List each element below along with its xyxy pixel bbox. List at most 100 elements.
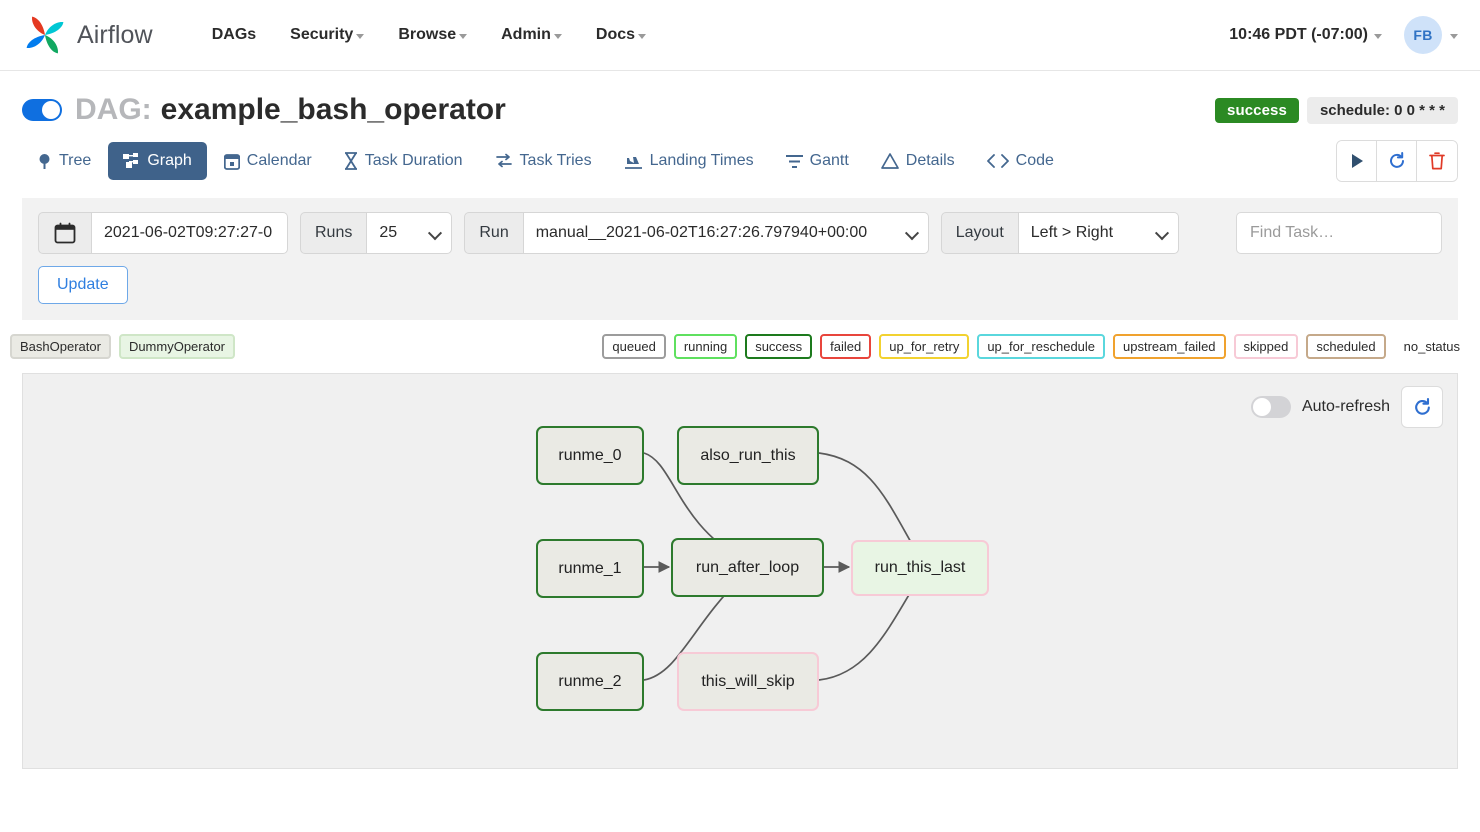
chevron-down-icon xyxy=(1374,34,1382,39)
hourglass-icon xyxy=(344,152,357,170)
nav-item-label: Docs xyxy=(595,26,636,43)
status-badge: success xyxy=(1215,98,1299,123)
tab-label: Calendar xyxy=(246,152,312,169)
legend-status-up-for-retry[interactable]: up_for_retry xyxy=(879,334,970,359)
graph-filter-bar: 2021-06-02T09:27:27-0 Runs 25 Run manual… xyxy=(22,198,1458,320)
status-legend: queued running success failed up_for_ret… xyxy=(602,334,1470,359)
graph-icon xyxy=(123,153,139,168)
graph-node-label: runme_0 xyxy=(558,446,622,464)
navbar-right: 10:46 PDT (-07:00) FB xyxy=(1229,16,1458,54)
graph-node-runme_1[interactable]: runme_1 xyxy=(536,539,644,598)
graph-node-run_after_loop[interactable]: run_after_loop xyxy=(671,538,824,597)
dag-view-tabs: Tree Graph Calendar Task Duration Task T… xyxy=(0,127,1480,182)
graph-node-also_run_this[interactable]: also_run_this xyxy=(677,426,819,485)
tab-graph[interactable]: Graph xyxy=(108,142,207,180)
tab-code[interactable]: Code xyxy=(972,142,1069,180)
graph-node-label: run_after_loop xyxy=(695,558,800,576)
chevron-down-icon xyxy=(1450,34,1458,39)
primary-nav: DAGs Security Browse Admin Docs xyxy=(195,18,663,52)
user-menu[interactable]: FB xyxy=(1404,16,1458,54)
tab-label: Task Duration xyxy=(364,152,463,169)
run-select[interactable]: manual__2021-06-02T16:27:26.797940+00:00 xyxy=(523,212,929,254)
refresh-dag-button[interactable] xyxy=(1377,141,1417,181)
nav-item-admin[interactable]: Admin xyxy=(484,18,579,52)
tab-gantt[interactable]: Gantt xyxy=(771,142,864,180)
legend-status-running[interactable]: running xyxy=(673,334,738,359)
legend-status-upstream-failed[interactable]: upstream_failed xyxy=(1113,334,1226,359)
runs-select[interactable]: 25 xyxy=(367,212,453,254)
tree-icon xyxy=(39,153,50,169)
nav-item-label: Security xyxy=(290,26,354,43)
legend-operator-dummyoperator[interactable]: DummyOperator xyxy=(118,334,236,359)
base-date-input[interactable]: 2021-06-02T09:27:27-0 xyxy=(92,212,288,254)
gantt-icon xyxy=(785,154,803,168)
airflow-pinwheel-icon xyxy=(26,16,64,54)
runs-label: Runs xyxy=(300,212,368,254)
graph-node-label: also_run_this xyxy=(700,446,796,464)
filter-controls-row: 2021-06-02T09:27:27-0 Runs 25 Run manual… xyxy=(38,212,1442,254)
nav-item-security[interactable]: Security xyxy=(273,18,381,52)
chevron-down-icon xyxy=(553,34,562,39)
legend-status-no-status[interactable]: no_status xyxy=(1394,334,1470,359)
nav-item-dags[interactable]: DAGs xyxy=(195,18,273,52)
legend-status-success[interactable]: success xyxy=(745,334,813,359)
tab-landing-times[interactable]: Landing Times xyxy=(609,142,769,180)
nav-item-label: DAGs xyxy=(211,26,257,43)
legend-status-skipped[interactable]: skipped xyxy=(1233,334,1299,359)
dag-label-prefix: DAG: xyxy=(75,93,152,126)
calendar-icon xyxy=(54,222,76,244)
tab-calendar[interactable]: Calendar xyxy=(209,142,327,180)
legend-status-failed[interactable]: failed xyxy=(820,334,872,359)
calendar-button[interactable] xyxy=(38,212,92,254)
calendar-icon xyxy=(223,153,240,170)
nav-item-label: Browse xyxy=(398,26,457,43)
layout-label: Layout xyxy=(940,212,1019,254)
graph-node-run_this_last[interactable]: run_this_last xyxy=(851,540,989,596)
dag-graph-canvas[interactable]: Auto-refresh runme_0 also_run_this runme… xyxy=(22,373,1458,769)
runs-group: Runs 25 xyxy=(300,212,453,254)
page-title: example_bash_operator xyxy=(160,93,506,126)
dag-action-buttons xyxy=(1336,140,1458,182)
legend-status-queued[interactable]: queued xyxy=(602,334,666,359)
tab-task-tries[interactable]: Task Tries xyxy=(480,142,607,180)
dag-pause-toggle[interactable] xyxy=(22,99,62,121)
graph-node-runme_0[interactable]: runme_0 xyxy=(536,426,644,485)
graph-node-label: runme_1 xyxy=(558,559,622,577)
schedule-badge[interactable]: schedule: 0 0 * * * xyxy=(1306,97,1458,124)
run-label: Run xyxy=(464,212,524,254)
tab-label: Code xyxy=(1015,152,1054,169)
tab-tree[interactable]: Tree xyxy=(22,142,106,180)
tab-label: Details xyxy=(905,152,955,169)
tab-label: Graph xyxy=(147,152,192,169)
warning-triangle-icon xyxy=(880,153,899,169)
layout-group: Layout Left > Right xyxy=(940,212,1179,254)
find-task-input[interactable]: Find Task… xyxy=(1236,212,1442,254)
operator-legend: BashOperator DummyOperator xyxy=(10,334,236,359)
layout-select[interactable]: Left > Right xyxy=(1018,212,1179,254)
chevron-down-icon xyxy=(459,34,468,39)
nav-item-docs[interactable]: Docs xyxy=(579,18,663,52)
avatar: FB xyxy=(1404,16,1442,54)
delete-dag-button[interactable] xyxy=(1417,141,1457,181)
legend-status-up-for-reschedule[interactable]: up_for_reschedule xyxy=(977,334,1106,359)
graph-node-runme_2[interactable]: runme_2 xyxy=(536,652,644,711)
graph-node-label: runme_2 xyxy=(558,672,622,690)
tab-task-duration[interactable]: Task Duration xyxy=(329,142,478,180)
tab-details[interactable]: Details xyxy=(866,142,970,180)
update-button[interactable]: Update xyxy=(38,266,128,304)
nav-item-browse[interactable]: Browse xyxy=(381,18,484,52)
legend-operator-bashoperator[interactable]: BashOperator xyxy=(10,334,111,359)
graph-node-this_will_skip[interactable]: this_will_skip xyxy=(677,652,819,711)
refresh-icon xyxy=(1389,152,1404,168)
tab-label: Task Tries xyxy=(519,152,592,169)
legend-status-scheduled[interactable]: scheduled xyxy=(1306,334,1386,359)
timezone-selector[interactable]: 10:46 PDT (-07:00) xyxy=(1229,26,1382,44)
dag-header-badges: success schedule: 0 0 * * * xyxy=(1215,97,1458,124)
brand-logo-link[interactable]: Airflow xyxy=(22,12,153,58)
chevron-down-icon xyxy=(356,34,365,39)
tab-label: Gantt xyxy=(809,152,849,169)
trigger-dag-button[interactable] xyxy=(1337,141,1377,181)
base-date-group: 2021-06-02T09:27:27-0 xyxy=(38,212,288,254)
tab-list: Tree Graph Calendar Task Duration Task T… xyxy=(22,142,1069,180)
tab-label: Landing Times xyxy=(649,152,754,169)
